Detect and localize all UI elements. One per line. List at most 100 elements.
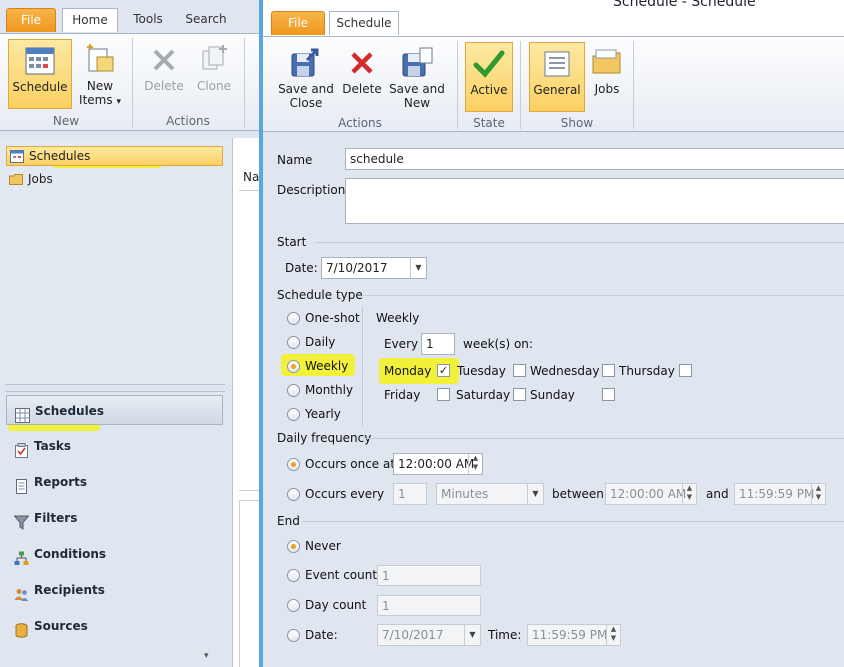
nav-more-arrow-icon[interactable]: ▾ (204, 651, 209, 661)
time-spinner-icon[interactable]: ▲ ▼ (811, 484, 825, 504)
search-tab[interactable]: Search (180, 8, 232, 32)
file-tab[interactable]: File (6, 8, 56, 32)
start-date-picker[interactable]: 7/10/2017 ▼ (321, 257, 427, 279)
name-input[interactable]: schedule (345, 148, 844, 170)
nav-item-reports[interactable]: Reports (6, 467, 223, 497)
schedule-tab[interactable]: Schedule (329, 11, 399, 35)
wednesday-label: Wednesday (530, 364, 600, 378)
thursday-label: Thursday (619, 364, 675, 378)
active-toggle[interactable]: Active (465, 42, 513, 112)
monday-checkbox[interactable]: ✓ (437, 364, 450, 377)
radio-end-date[interactable] (287, 629, 300, 642)
description-input[interactable] (345, 178, 844, 224)
day-count-input[interactable]: 1 (377, 595, 481, 616)
filter-icon (13, 511, 30, 530)
tuesday-checkbox[interactable] (513, 364, 526, 377)
save-and-close-button[interactable]: Save and Close (277, 42, 335, 114)
thursday-checkbox[interactable] (679, 364, 692, 377)
end-date-label: Date: (305, 628, 338, 642)
report-icon (14, 475, 29, 494)
chevron-down-icon[interactable]: ▼ (464, 625, 480, 645)
occurs-every-interval-input[interactable]: 1 (393, 483, 427, 505)
new-items-label: New Items (79, 79, 114, 107)
main-ribbon: Schedule New Items ▾ New Delete Clone Ac… (0, 33, 262, 131)
chevron-down-icon[interactable]: ▼ (527, 484, 543, 504)
ribbon-divider (633, 41, 634, 129)
time-spinner-icon[interactable]: ▲ ▼ (682, 484, 696, 504)
sunday-checkbox[interactable] (602, 388, 615, 401)
delete-label: Delete (144, 79, 184, 93)
monday-label: Monday (384, 364, 432, 378)
description-label: Description (277, 183, 346, 197)
tree-item-label: Jobs (28, 172, 53, 186)
tree-item-jobs[interactable]: Jobs (6, 170, 53, 190)
radio-event-count[interactable] (287, 569, 300, 582)
occurs-once-time-value: 12:00:00 AM (398, 457, 475, 471)
radio-occurs-every[interactable] (287, 488, 300, 501)
section-divider (363, 438, 844, 439)
jobs-folder-icon (590, 46, 624, 80)
main-window: File Home Tools Search Schedule New Item… (0, 0, 263, 667)
end-time-value: 11:59:59 PM (532, 628, 608, 642)
jobs-view-button[interactable]: Jobs (587, 42, 627, 112)
clone-label: Clone (196, 79, 232, 93)
radio-monthly[interactable] (287, 384, 300, 397)
group-actions-label: Actions (338, 116, 382, 130)
schedule-button[interactable]: Schedule (8, 39, 72, 109)
general-view-button[interactable]: General (529, 42, 585, 112)
friday-checkbox[interactable] (437, 388, 450, 401)
home-tab[interactable]: Home (62, 8, 118, 32)
nav-item-filters[interactable]: Filters (6, 503, 223, 533)
time-spinner-icon[interactable]: ▲ ▼ (606, 625, 620, 645)
nav-item-sources[interactable]: Sources (6, 611, 223, 641)
radio-day-count[interactable] (287, 599, 300, 612)
list-column-header[interactable]: Na (243, 170, 259, 184)
radio-one-shot[interactable] (287, 312, 300, 325)
time-spinner-icon[interactable]: ▲ ▼ (468, 454, 482, 474)
radio-never[interactable] (287, 540, 300, 553)
folder-tree: Schedules Jobs (0, 138, 232, 383)
general-label: General (533, 83, 581, 97)
jobs-label: Jobs (594, 82, 620, 96)
main-ribbon-tabs: File Home Tools Search (0, 8, 262, 34)
nav-item-tasks[interactable]: Tasks (6, 431, 223, 461)
nav-item-conditions[interactable]: Conditions (6, 539, 223, 569)
yearly-label: Yearly (305, 407, 341, 421)
wednesday-checkbox[interactable] (602, 364, 615, 377)
radio-daily[interactable] (287, 336, 300, 349)
tools-tab[interactable]: Tools (124, 8, 172, 32)
delete-button-disabled[interactable]: Delete (140, 39, 188, 109)
clone-button-disabled[interactable]: Clone (190, 39, 238, 109)
occurs-once-time-input[interactable]: 12:00:00 AM ▲ ▼ (393, 453, 483, 475)
new-items-dropdown-arrow: ▾ (116, 97, 121, 107)
editor-ribbon-tabs: File Schedule (263, 11, 844, 37)
weeks-interval-input[interactable]: 1 (421, 333, 455, 355)
nav-item-schedules[interactable]: Schedules (6, 395, 223, 425)
nav-splitter[interactable] (5, 384, 225, 392)
section-divider (363, 295, 844, 296)
saturday-checkbox[interactable] (513, 388, 526, 401)
tree-item-schedules[interactable]: Schedules (6, 146, 223, 166)
end-time-input[interactable]: 11:59:59 PM ▲ ▼ (527, 624, 621, 646)
saturday-label: Saturday (456, 388, 511, 402)
radio-weekly[interactable] (287, 360, 300, 373)
radio-occurs-once[interactable] (287, 458, 300, 471)
chevron-down-icon[interactable]: ▼ (410, 258, 426, 278)
between-start-time-input[interactable]: 12:00:00 AM ▲ ▼ (605, 483, 697, 505)
clone-icon (197, 43, 231, 77)
event-count-input[interactable]: 1 (377, 565, 481, 586)
end-date-picker[interactable]: 7/10/2017 ▼ (377, 624, 481, 646)
start-section-title: Start (277, 235, 307, 249)
monthly-label: Monthly (305, 383, 354, 397)
weeks-on-label: week(s) on: (463, 337, 533, 351)
nav-item-label: Reports (34, 475, 88, 489)
file-tab[interactable]: File (271, 11, 325, 35)
new-items-button[interactable]: New Items ▾ (76, 39, 124, 111)
delete-button[interactable]: Delete (339, 42, 385, 112)
between-end-time-input[interactable]: 11:59:59 PM ▲ ▼ (734, 483, 826, 505)
nav-item-recipients[interactable]: Recipients (6, 575, 223, 605)
nav-item-label: Recipients (34, 583, 105, 597)
radio-yearly[interactable] (287, 408, 300, 421)
interval-unit-select[interactable]: Minutes ▼ (436, 483, 544, 505)
save-and-new-button[interactable]: Save and New (389, 42, 445, 114)
